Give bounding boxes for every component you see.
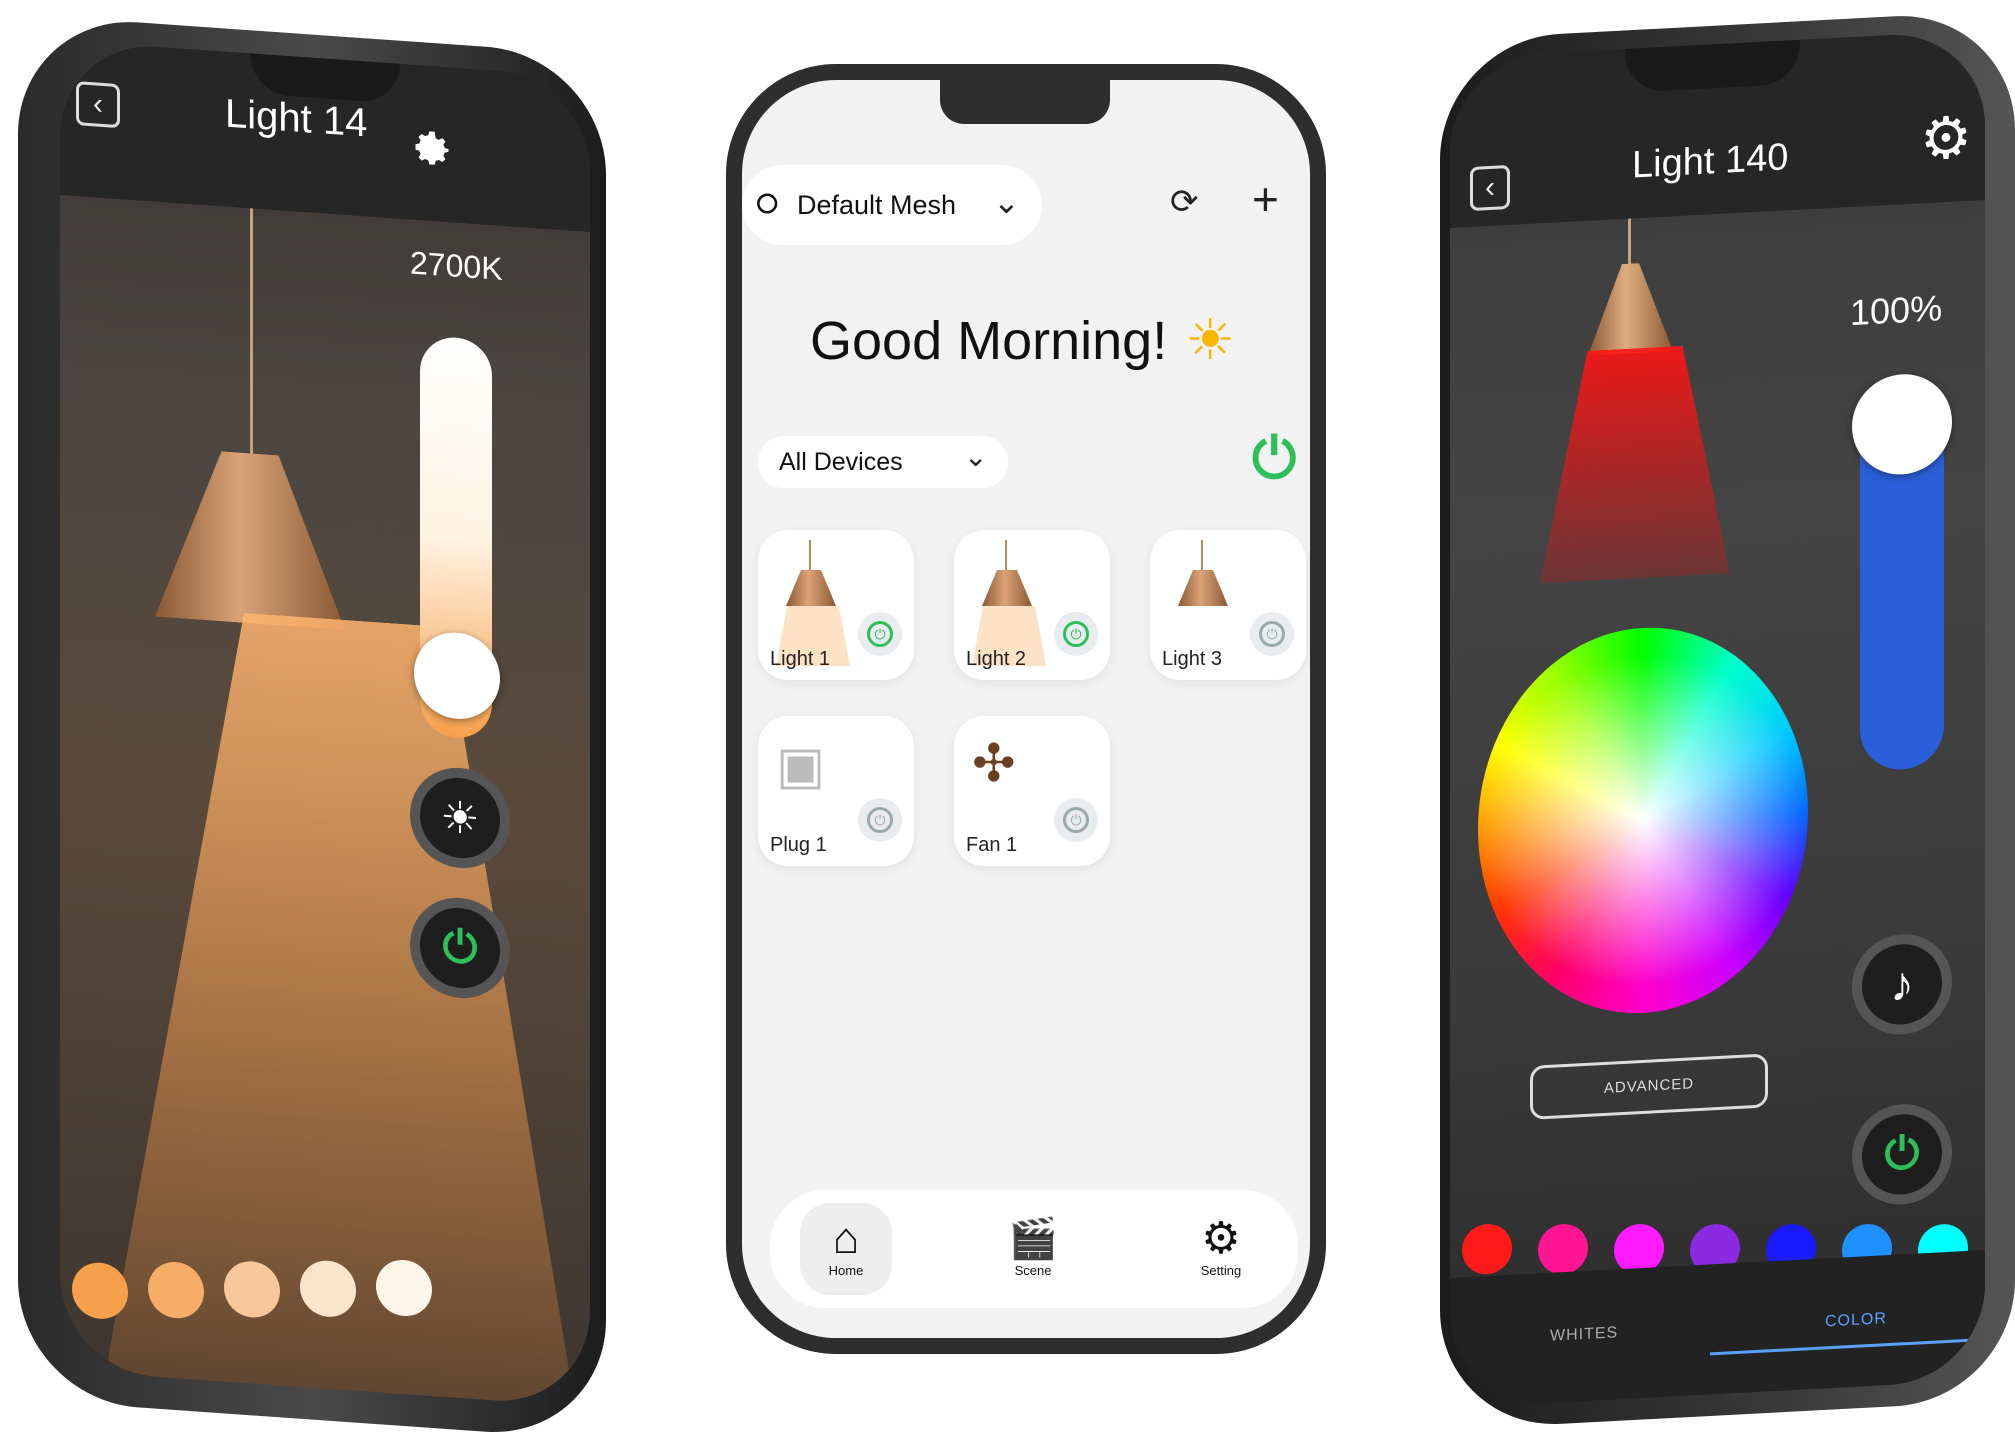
sun-icon: ☀ (440, 792, 480, 844)
tab-whites[interactable]: WHITES (1550, 1324, 1618, 1346)
power-icon: ⏻ (442, 921, 478, 974)
power-icon: ⏻ (1063, 807, 1089, 833)
back-button[interactable]: ‹ (76, 81, 120, 129)
device-power-button[interactable]: ⏻ (858, 612, 902, 656)
device-power-button[interactable]: ⏻ (1054, 612, 1098, 656)
lamp-icon (972, 540, 1046, 666)
power-button[interactable]: ⏻ (1852, 1101, 1952, 1207)
power-icon: ⏻ (1259, 621, 1285, 647)
nav-home[interactable]: ⌂ Home (801, 1214, 891, 1279)
fan-icon: ✣ (972, 735, 1016, 793)
center-phone-screen (742, 80, 1310, 1338)
temperature-value: 2700K (410, 244, 503, 287)
color-wheel[interactable] (1478, 619, 1808, 1022)
add-icon[interactable]: + (1252, 176, 1279, 222)
pendant-cord (250, 208, 253, 469)
mesh-name: Default Mesh (797, 190, 957, 220)
temperature-swatch[interactable] (72, 1260, 128, 1321)
pendant-lamp-shade (155, 447, 345, 630)
back-button[interactable]: ‹ (1470, 164, 1510, 211)
device-name: Plug 1 (770, 834, 827, 856)
pendant-lamp-shade (1588, 261, 1673, 355)
center-notch (940, 80, 1110, 124)
clapperboard-icon: 🎬 (1008, 1217, 1058, 1261)
gear-icon: ⚙ (1201, 1214, 1241, 1263)
nav-scene-label: Scene (1014, 1263, 1052, 1278)
share-icon: ⭘ (756, 188, 779, 219)
device-name: Light 1 (770, 648, 831, 670)
device-filter-label: All Devices (779, 448, 903, 476)
chevron-down-icon: ⌄ (993, 184, 1020, 220)
device-name: Light 3 (1162, 648, 1223, 670)
brightness-value: 100% (1850, 287, 1943, 334)
sun-icon: ☀ (1185, 308, 1236, 371)
lamp-icon (776, 540, 850, 666)
color-swatch[interactable] (1462, 1222, 1512, 1276)
right-phone-screen: ‹ Light 140 ⚙ 100% ♪ ADVANCED ⏻ WHITES C… (1450, 30, 1985, 1409)
color-swatch[interactable] (1538, 1222, 1588, 1276)
home-icon: ⌂ (832, 1214, 860, 1263)
advanced-button[interactable]: ADVANCED (1530, 1053, 1768, 1120)
device-name: Fan 1 (966, 834, 1018, 856)
device-power-button[interactable]: ⏻ (858, 798, 902, 842)
plug-icon: ▣ (776, 737, 826, 795)
device-power-button[interactable]: ⏻ (1250, 612, 1294, 656)
nav-scene[interactable]: 🎬 Scene (988, 1215, 1078, 1278)
master-power-icon[interactable]: ⏻ (1252, 430, 1296, 486)
tab-color[interactable]: COLOR (1825, 1310, 1887, 1331)
advanced-label: ADVANCED (1603, 1075, 1695, 1097)
music-button[interactable]: ♪ (1852, 931, 1952, 1037)
power-icon: ⏻ (1063, 621, 1089, 647)
refresh-icon[interactable]: ⟳ (1170, 182, 1199, 222)
device-power-button[interactable]: ⏻ (1054, 798, 1098, 842)
device-title: Light 140 (1632, 136, 1789, 187)
power-icon: ⏻ (867, 621, 893, 647)
settings-gear-icon[interactable] (410, 124, 454, 171)
nav-setting-label: Setting (1200, 1263, 1242, 1278)
device-name: Light 2 (966, 648, 1027, 670)
nav-home-label: Home (828, 1263, 864, 1278)
greeting: Good Morning! (810, 311, 1168, 371)
left-phone-screen: ‹ Light 14 2700K ☀ ⏻ (60, 40, 590, 1408)
lamp-icon (1168, 540, 1238, 610)
red-light-beam (1540, 343, 1730, 583)
nav-setting[interactable]: ⚙ Setting (1176, 1214, 1266, 1279)
chevron-down-icon: ⌄ (964, 441, 988, 472)
power-icon: ⏻ (1884, 1128, 1920, 1180)
pendant-cord (1628, 218, 1631, 269)
power-icon: ⏻ (867, 807, 893, 833)
music-note-icon: ♪ (1890, 957, 1914, 1012)
settings-gear-icon[interactable]: ⚙ (1920, 105, 1972, 173)
